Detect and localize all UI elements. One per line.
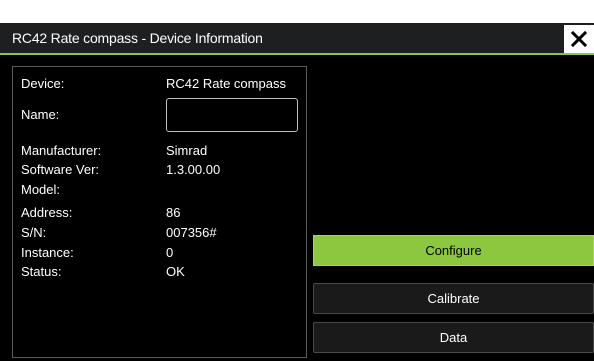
device-row: Device: RC42 Rate compass [13, 76, 306, 94]
close-button[interactable] [564, 25, 594, 53]
top-blank-area [0, 0, 594, 23]
name-label: Name: [21, 107, 60, 122]
device-label: Device: [21, 76, 65, 91]
manufacturer-value: Simrad [166, 143, 208, 158]
status-row: Status: OK [13, 264, 306, 282]
status-value: OK [166, 264, 185, 279]
dialog-titlebar: RC42 Rate compass - Device Information [0, 23, 594, 55]
instance-row: Instance: 0 [13, 245, 306, 263]
manufacturer-label: Manufacturer: [21, 143, 102, 158]
name-input[interactable] [166, 98, 298, 132]
serial-row: S/N: 007356# [13, 225, 306, 243]
software-ver-row: Software Ver: 1.3.00.00 [13, 162, 306, 180]
model-row: Model: [13, 182, 306, 200]
calibrate-button[interactable]: Calibrate [313, 283, 594, 314]
address-value: 86 [166, 205, 181, 220]
dialog-title: RC42 Rate compass - Device Information [12, 30, 263, 46]
manufacturer-row: Manufacturer: Simrad [13, 143, 306, 161]
close-icon [571, 31, 587, 47]
status-label: Status: [21, 264, 62, 279]
address-row: Address: 86 [13, 205, 306, 223]
software-ver-label: Software Ver: [21, 162, 100, 177]
serial-label: S/N: [21, 225, 47, 240]
software-ver-value: 1.3.00.00 [166, 162, 221, 177]
data-button[interactable]: Data [313, 322, 594, 353]
device-info-panel: Device: RC42 Rate compass Name: Manufact… [12, 66, 307, 358]
device-value: RC42 Rate compass [166, 76, 286, 91]
configure-button[interactable]: Configure [313, 235, 594, 266]
serial-value: 007356# [166, 225, 217, 240]
instance-value: 0 [166, 245, 174, 260]
device-information-dialog: RC42 Rate compass - Device Information D… [0, 23, 594, 361]
address-label: Address: [21, 205, 73, 220]
instance-label: Instance: [21, 245, 74, 260]
model-label: Model: [21, 182, 61, 197]
